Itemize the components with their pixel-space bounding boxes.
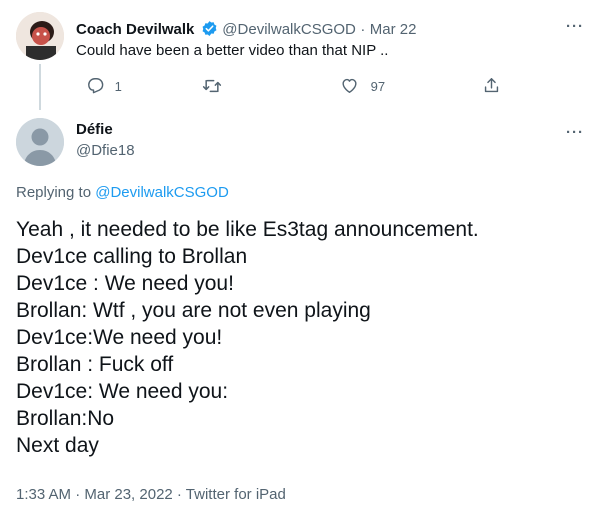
- replying-to-label: Replying to: [16, 184, 92, 201]
- share-action[interactable]: [482, 76, 501, 95]
- reply-author-avatar[interactable]: [16, 118, 64, 166]
- avatar-photo-icon: [16, 12, 64, 60]
- reply-timestamp[interactable]: 1:33 AM · Mar 23, 2022 · Twitter for iPa…: [16, 486, 286, 503]
- retweet-icon: [202, 79, 222, 93]
- verified-badge-icon: [201, 20, 218, 42]
- reply-text-line: Dev1ce: We need you:: [16, 380, 229, 403]
- share-icon: [484, 78, 499, 93]
- reply-text-line: Brollan:No: [16, 407, 115, 430]
- parent-display-name[interactable]: Coach Devilwalk: [76, 21, 194, 38]
- default-avatar-icon: [16, 118, 64, 166]
- reply-text-line: Dev1ce:We need you!: [16, 326, 223, 349]
- parent-date[interactable]: Mar 22: [370, 21, 417, 38]
- like-action[interactable]: 97: [340, 76, 385, 95]
- reply-text-line: Dev1ce : We need you!: [16, 272, 234, 295]
- thread-connector-line: [39, 64, 41, 110]
- replying-to: Replying to @DevilwalkCSGOD: [16, 184, 229, 201]
- reply-more-options-icon[interactable]: ···: [566, 124, 584, 141]
- reply-display-name[interactable]: Défie: [76, 121, 113, 138]
- reply-tweet-text: Yeah , it needed to be like Es3tag annou…: [16, 216, 586, 459]
- reply-text-line: Brollan: Wtf , you are not even playing: [16, 299, 371, 322]
- heart-icon: [342, 78, 357, 93]
- reply-text-line: Dev1ce calling to Brollan: [16, 245, 248, 268]
- like-count: 97: [370, 79, 386, 94]
- parent-tweet-text: Could have been a better video than that…: [76, 42, 389, 59]
- parent-tweet-header: Coach Devilwalk @DevilwalkCSGOD · Mar 22: [76, 20, 416, 42]
- reply-text-line: Brollan : Fuck off: [16, 353, 174, 376]
- parent-more-options-icon[interactable]: ···: [566, 18, 584, 35]
- reply-text-line: Next day: [16, 434, 99, 457]
- reply-handle[interactable]: @Dfie18: [76, 142, 135, 159]
- parent-author-avatar[interactable]: [16, 12, 64, 60]
- reply-count: 1: [114, 79, 122, 94]
- meta-separator: ·: [360, 21, 366, 38]
- reply-icon: [88, 78, 104, 94]
- retweet-action[interactable]: [202, 76, 222, 96]
- reply-text-line: Yeah , it needed to be like Es3tag annou…: [16, 218, 479, 241]
- replying-to-handle-link[interactable]: @DevilwalkCSGOD: [95, 184, 229, 201]
- reply-action[interactable]: 1: [86, 76, 122, 95]
- parent-handle[interactable]: @DevilwalkCSGOD: [222, 21, 356, 38]
